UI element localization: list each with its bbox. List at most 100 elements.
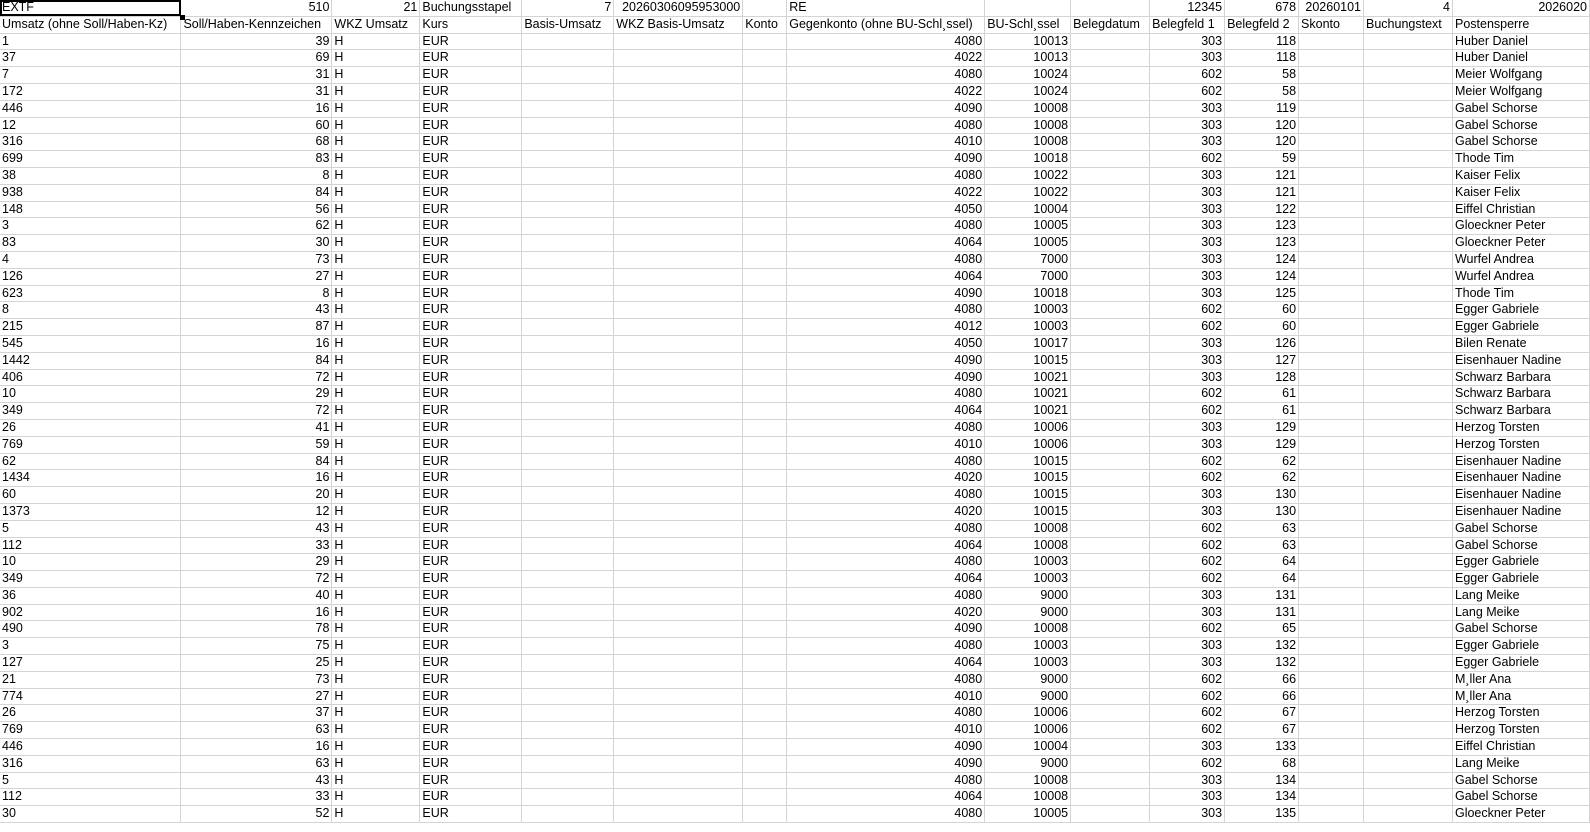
cell[interactable]: EUR — [419, 150, 523, 168]
cell[interactable] — [1298, 234, 1365, 252]
cell[interactable]: 303 — [1149, 369, 1226, 387]
cell[interactable]: 678 — [1224, 0, 1300, 17]
cell[interactable]: Wurfel Andrea — [1452, 268, 1590, 286]
spreadsheet-grid[interactable]: EXTF 510 21 Buchungsstapel 7 2026030609595300… — [0, 0, 1590, 832]
cell[interactable]: 68 — [180, 133, 333, 152]
cell[interactable]: Eiffel Christian — [1452, 201, 1590, 219]
cell[interactable]: 4064 — [786, 788, 986, 807]
cell[interactable]: 133 — [1224, 738, 1300, 756]
cell[interactable] — [1298, 755, 1365, 773]
cell[interactable]: 68 — [1224, 755, 1300, 773]
cell[interactable]: EUR — [419, 217, 523, 236]
cell[interactable]: 4080 — [786, 587, 986, 605]
cell[interactable]: 10004 — [984, 201, 1072, 219]
cell[interactable] — [521, 133, 615, 152]
cell[interactable] — [613, 688, 744, 706]
cell[interactable]: 10024 — [984, 66, 1072, 84]
cell[interactable]: 602 — [1149, 469, 1226, 488]
cell[interactable]: 123 — [1224, 217, 1300, 236]
cell[interactable] — [613, 503, 744, 521]
cell[interactable]: H — [331, 453, 421, 471]
cell[interactable] — [521, 620, 615, 639]
cell[interactable] — [1070, 453, 1151, 471]
cell[interactable]: 303 — [1149, 234, 1226, 252]
cell[interactable] — [742, 654, 788, 672]
cell[interactable] — [742, 268, 788, 286]
cell[interactable] — [1070, 268, 1151, 286]
cell[interactable] — [1070, 335, 1151, 353]
cell[interactable]: Umsatz (ohne Soll/Haben-Kz) — [0, 16, 182, 34]
cell[interactable]: 10013 — [984, 49, 1072, 68]
cell[interactable]: Skonto — [1298, 16, 1365, 34]
cell[interactable]: 52 — [180, 805, 333, 824]
cell[interactable]: 131 — [1224, 604, 1300, 622]
cell[interactable]: Eisenhauer Nadine — [1452, 503, 1590, 521]
cell[interactable]: EUR — [419, 453, 523, 471]
cell[interactable] — [1363, 268, 1453, 286]
cell[interactable] — [521, 520, 615, 538]
cell[interactable]: 623 — [0, 285, 182, 303]
cell[interactable]: 72 — [180, 369, 333, 387]
cell[interactable]: 67 — [1224, 704, 1300, 723]
cell[interactable]: Buchungsstapel — [419, 0, 523, 17]
cell[interactable] — [1298, 369, 1365, 387]
cell[interactable] — [521, 755, 615, 773]
cell[interactable] — [521, 671, 615, 689]
cell[interactable] — [742, 49, 788, 68]
cell[interactable]: H — [331, 402, 421, 420]
cell[interactable]: Wurfel Andrea — [1452, 251, 1590, 269]
cell[interactable] — [1070, 654, 1151, 672]
cell[interactable] — [1298, 520, 1365, 538]
cell[interactable] — [1070, 436, 1151, 454]
cell[interactable]: 125 — [1224, 285, 1300, 303]
cell[interactable]: 602 — [1149, 721, 1226, 740]
cell[interactable] — [1070, 167, 1151, 185]
cell[interactable] — [1363, 738, 1453, 756]
cell[interactable] — [1363, 66, 1453, 84]
cell[interactable]: 602 — [1149, 755, 1226, 773]
cell[interactable]: EUR — [419, 335, 523, 353]
cell[interactable]: 602 — [1149, 537, 1226, 555]
cell[interactable]: 7 — [521, 0, 615, 17]
cell[interactable] — [1298, 66, 1365, 84]
cell[interactable]: 602 — [1149, 402, 1226, 420]
cell[interactable]: Schwarz Barbara — [1452, 402, 1590, 420]
cell[interactable] — [1363, 217, 1453, 236]
cell[interactable]: 12 — [180, 503, 333, 521]
cell[interactable]: 2026020 — [1452, 0, 1590, 17]
cell[interactable] — [742, 637, 788, 656]
cell[interactable]: WKZ Basis-Umsatz — [613, 16, 744, 34]
cell[interactable]: EUR — [419, 469, 523, 488]
cell[interactable] — [521, 721, 615, 740]
cell[interactable] — [613, 369, 744, 387]
cell[interactable] — [613, 570, 744, 588]
cell[interactable] — [742, 66, 788, 84]
cell[interactable]: H — [331, 150, 421, 168]
cell[interactable]: M¸ller Ana — [1452, 688, 1590, 706]
cell[interactable]: 148 — [0, 201, 182, 219]
cell[interactable]: Eisenhauer Nadine — [1452, 469, 1590, 488]
cell[interactable]: EUR — [419, 704, 523, 723]
cell[interactable] — [1070, 520, 1151, 538]
cell[interactable] — [1298, 537, 1365, 555]
cell[interactable] — [742, 318, 788, 336]
cell[interactable]: 4090 — [786, 755, 986, 773]
cell[interactable] — [1298, 805, 1365, 824]
cell[interactable]: 602 — [1149, 671, 1226, 689]
cell[interactable]: 4090 — [786, 369, 986, 387]
cell[interactable]: Basis-Umsatz — [521, 16, 615, 34]
cell[interactable]: 602 — [1149, 318, 1226, 336]
cell[interactable] — [521, 805, 615, 824]
cell[interactable] — [1070, 486, 1151, 504]
cell[interactable] — [742, 469, 788, 488]
cell[interactable]: 4 — [0, 251, 182, 269]
cell[interactable] — [1298, 318, 1365, 336]
cell[interactable]: 21 — [0, 671, 182, 689]
cell[interactable]: EUR — [419, 503, 523, 521]
cell[interactable]: 699 — [0, 150, 182, 168]
cell[interactable]: 602 — [1149, 688, 1226, 706]
cell[interactable]: H — [331, 184, 421, 202]
cell[interactable]: 20260101 — [1298, 0, 1365, 17]
cell[interactable]: 10004 — [984, 738, 1072, 756]
cell[interactable] — [521, 402, 615, 420]
